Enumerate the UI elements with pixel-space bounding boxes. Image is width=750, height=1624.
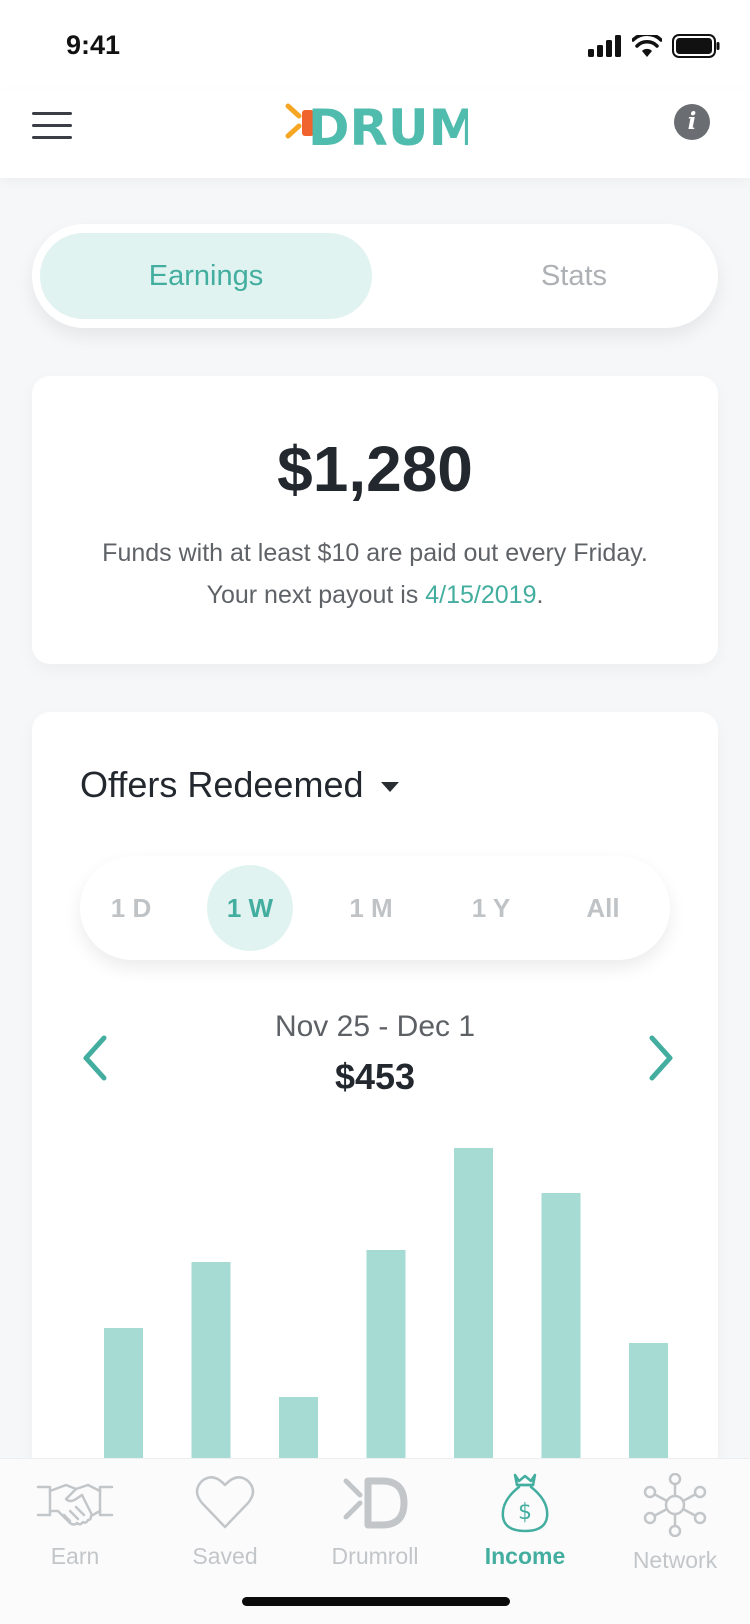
- range-1d[interactable]: 1 D: [88, 865, 174, 951]
- range-1y[interactable]: 1 Y: [448, 865, 534, 951]
- status-icons: [588, 34, 720, 58]
- range-1m[interactable]: 1 M: [328, 865, 414, 951]
- payout-date: 4/15/2019: [425, 581, 537, 609]
- caret-down-icon: [381, 782, 400, 792]
- range-1w[interactable]: 1 W: [207, 865, 293, 951]
- tab-income[interactable]: $ Income: [450, 1473, 600, 1593]
- tab-saved-label: Saved: [192, 1543, 258, 1569]
- time-range-selector: 1 D 1 W 1 M 1 Y All: [80, 856, 670, 960]
- balance-amount: $1,280: [277, 433, 473, 505]
- chart-bar: [629, 1343, 668, 1472]
- chart-bar: [104, 1328, 143, 1472]
- period-range-label: Nov 25 - Dec 1: [274, 1010, 476, 1043]
- payout-note-text: Funds with at least $10 are paid out eve…: [102, 539, 648, 609]
- handshake-icon: [36, 1483, 114, 1526]
- tab-drumroll[interactable]: Drumroll: [300, 1473, 450, 1593]
- money-bag-icon: $: [501, 1473, 549, 1533]
- battery-icon: [672, 34, 720, 58]
- tab-earn[interactable]: Earn: [0, 1473, 150, 1593]
- tab-saved[interactable]: Saved: [150, 1473, 300, 1593]
- offers-bar-chart: [104, 1148, 668, 1472]
- next-period-button[interactable]: [640, 1032, 680, 1084]
- chart-bar: [191, 1262, 231, 1472]
- navigation-bar: DRUM i: [0, 90, 750, 178]
- hamburger-line: [32, 124, 72, 127]
- svg-text:$: $: [518, 1500, 532, 1525]
- tab-stats[interactable]: Stats: [408, 233, 740, 319]
- hamburger-menu-button[interactable]: [32, 106, 72, 146]
- hamburger-line: [32, 112, 72, 115]
- drum-logo: DRUM: [285, 99, 468, 154]
- wifi-icon: [632, 35, 662, 57]
- tab-network[interactable]: Network: [600, 1473, 750, 1593]
- payout-note: Funds with at least $10 are paid out eve…: [92, 532, 658, 616]
- metric-dropdown-label: Offers Redeemed: [80, 764, 364, 805]
- chart-bar: [541, 1193, 581, 1472]
- payout-note-suffix: .: [536, 581, 544, 609]
- period-amount: $453: [334, 1056, 416, 1097]
- network-icon: [643, 1473, 707, 1537]
- hamburger-line: [32, 136, 72, 139]
- tab-earnings[interactable]: Earnings: [40, 233, 372, 319]
- status-bar: 9:41: [0, 0, 750, 90]
- tab-earn-label: Earn: [50, 1543, 100, 1569]
- svg-text:DRUM: DRUM: [308, 99, 468, 154]
- heart-icon: [195, 1476, 255, 1529]
- chart-bar: [366, 1250, 406, 1472]
- offers-chart-card: Offers Redeemed 1 D 1 W 1 M 1 Y All Nov …: [32, 712, 718, 1472]
- info-button[interactable]: i: [674, 104, 710, 140]
- home-indicator: [242, 1597, 510, 1606]
- drum-logo-icon: [343, 1477, 408, 1529]
- metric-dropdown[interactable]: Offers Redeemed: [80, 764, 400, 806]
- balance-card: $1,280 Funds with at least $10 are paid …: [32, 376, 718, 664]
- range-all[interactable]: All: [560, 865, 646, 951]
- tab-income-label: Income: [484, 1543, 566, 1569]
- tab-network-label: Network: [632, 1547, 718, 1573]
- signal-icon: [588, 35, 621, 57]
- tab-drumroll-label: Drumroll: [331, 1543, 419, 1569]
- earnings-stats-segment: Earnings Stats: [32, 224, 718, 328]
- chart-bar: [454, 1148, 493, 1472]
- status-time: 9:41: [66, 30, 121, 60]
